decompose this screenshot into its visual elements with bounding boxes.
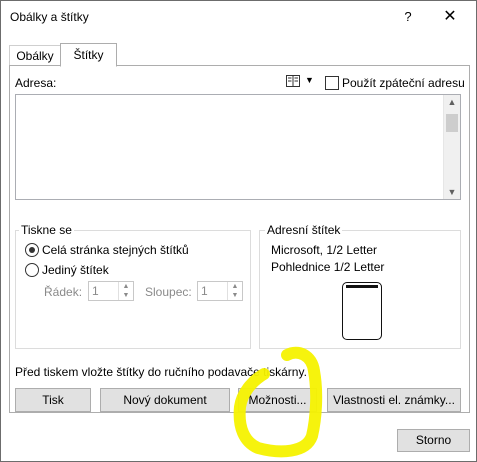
close-button[interactable]: ✕ <box>439 7 461 27</box>
label-vendor[interactable]: Microsoft, 1/2 Letter <box>271 243 377 257</box>
label-preview[interactable] <box>342 282 382 340</box>
dropdown-arrow-icon[interactable]: ▼ <box>305 75 314 85</box>
address-scrollbar[interactable]: ▲ ▼ <box>443 95 460 199</box>
scroll-thumb[interactable] <box>446 114 458 132</box>
stamp-properties-button[interactable]: Vlastnosti el. známky... <box>327 388 461 412</box>
print-group-title: Tiskne se <box>19 223 74 237</box>
full-page-label[interactable]: Celá stránka stejných štítků <box>42 243 189 257</box>
title-bar: Obálky a štítky ? ✕ <box>1 1 476 34</box>
label-product[interactable]: Pohlednice 1/2 Letter <box>271 260 384 274</box>
column-value: 1 <box>201 284 208 298</box>
spin-down-icon[interactable]: ▼ <box>228 291 242 300</box>
tab-envelopes[interactable]: Obálky <box>9 45 61 66</box>
label-group-title: Adresní štítek <box>265 223 343 237</box>
scroll-up-icon[interactable]: ▲ <box>444 97 460 107</box>
column-label: Sloupec: <box>145 285 192 299</box>
full-page-radio[interactable] <box>25 243 39 257</box>
window-title: Obálky a štítky <box>10 10 89 24</box>
row-spinner[interactable]: 1 ▲ ▼ <box>88 281 134 301</box>
row-value: 1 <box>92 284 99 298</box>
tab-labels[interactable]: Štítky <box>60 43 117 67</box>
envelopes-labels-dialog: Obálky a štítky ? ✕ Obálky Štítky Adresa… <box>0 0 477 462</box>
use-return-address-label[interactable]: Použít zpáteční adresu <box>342 76 465 90</box>
address-book-icon[interactable] <box>286 75 300 87</box>
spin-down-icon[interactable]: ▼ <box>119 291 133 300</box>
address-textarea[interactable]: ▲ ▼ <box>15 94 461 200</box>
print-button[interactable]: Tisk <box>15 388 91 412</box>
spin-up-icon[interactable]: ▲ <box>119 282 133 291</box>
printer-note: Před tiskem vložte štítky do ručního pod… <box>15 365 307 379</box>
spin-up-icon[interactable]: ▲ <box>228 282 242 291</box>
options-button[interactable]: Možnosti... <box>238 388 317 412</box>
single-label-radio[interactable] <box>25 263 39 277</box>
help-button[interactable]: ? <box>397 7 419 27</box>
address-label: Adresa: <box>15 76 57 90</box>
scroll-down-icon[interactable]: ▼ <box>444 187 460 197</box>
cancel-button[interactable]: Storno <box>397 429 470 452</box>
new-document-button[interactable]: Nový dokument <box>100 388 230 412</box>
label-preview-top <box>346 285 378 288</box>
single-label-label[interactable]: Jediný štítek <box>42 263 109 277</box>
use-return-address-checkbox[interactable] <box>325 76 339 90</box>
row-label: Řádek: <box>44 285 83 299</box>
column-spinner[interactable]: 1 ▲ ▼ <box>197 281 243 301</box>
